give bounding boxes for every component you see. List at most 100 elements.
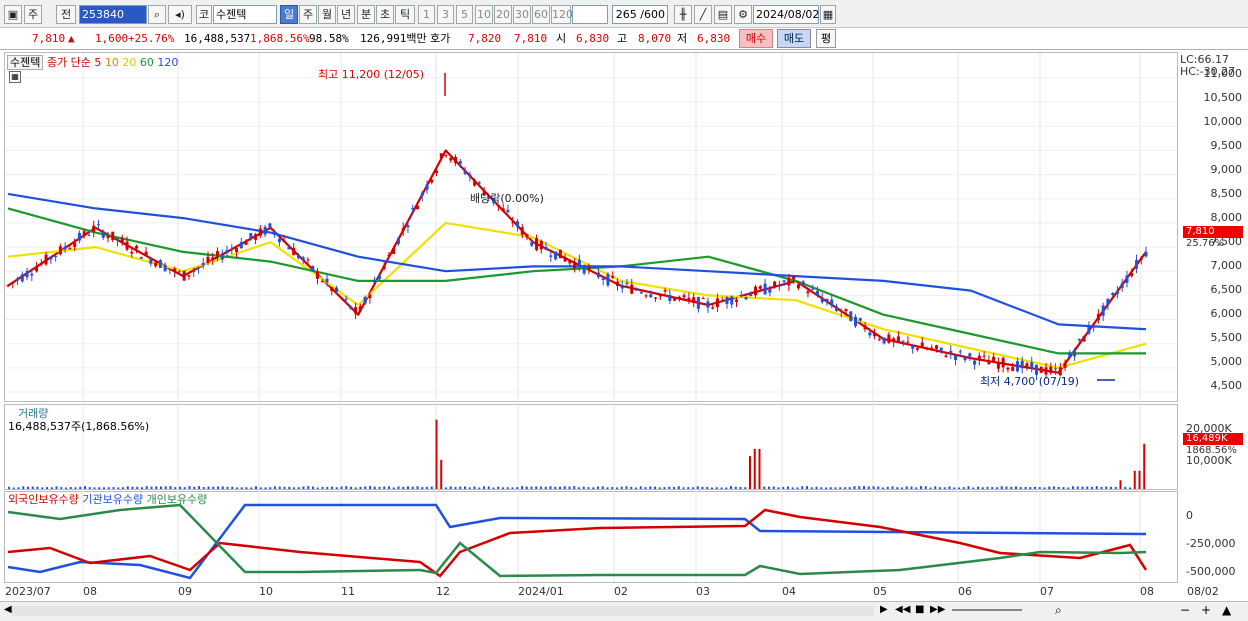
candle-body [649,294,653,298]
volume-bar [673,487,675,489]
volume-bar [630,486,633,489]
rewind-icon[interactable]: ◀◀ [895,604,910,615]
volume-bar [1029,487,1032,489]
volume-bar [516,487,519,489]
volume-bar [283,486,286,489]
x-tick: 11 [341,585,355,598]
candle-body [301,257,305,261]
volume-bar [977,486,979,489]
volume-bar [60,487,63,489]
volume-bar [259,487,262,489]
volume-bar [559,486,561,489]
forward-icon[interactable]: ▶▶ [930,604,945,615]
stop-icon[interactable]: ■ [915,604,924,615]
volume-bar [829,487,832,489]
candle-body [949,350,953,354]
ma-120-label[interactable]: 120 [157,56,178,69]
volume-bar [820,487,823,489]
scroll-right-icon[interactable]: ▶ [880,604,888,615]
candle-body [573,262,577,269]
zoom-in-icon[interactable]: + [1201,603,1211,617]
stock-name-tag[interactable]: 수젠텍 [7,55,44,70]
candle-body [20,274,24,282]
volume-bar [112,487,115,489]
candle-body [882,337,886,344]
volume-bar [882,487,884,489]
volume-bar [677,486,680,489]
candle-body [768,289,772,293]
volume-bar [27,486,29,489]
volume-bar [720,487,723,489]
scroll-left-icon[interactable]: ◀ [4,604,12,615]
volume-bar [848,487,851,489]
volume-bar [240,487,243,489]
x-tick: 03 [696,585,710,598]
volume-bar [483,486,485,489]
candle-body [530,242,534,246]
candle-body [106,235,110,239]
candle-body [363,296,367,304]
candle-body [1020,360,1024,369]
candle-body [1130,273,1134,277]
candle-body [963,357,967,361]
candle-body [920,342,924,348]
foreign-holding-label[interactable]: 외국인보유수량 [8,493,79,506]
scroll-top-icon[interactable]: ▲ [1222,603,1231,617]
x-tick: 07 [1040,585,1054,598]
volume-bar [207,486,210,489]
candle-body [934,345,938,349]
candle-body [411,208,415,210]
institution-holding-label[interactable]: 기관보유수량 [82,493,143,506]
y-tick: 6,500 [1210,283,1243,296]
ma-5-label[interactable]: 5 [94,56,101,69]
volume-bar [188,486,191,489]
candle-body [711,307,715,309]
volume-bar [217,486,219,489]
candle-body [830,299,834,306]
candle-body [606,273,610,286]
candle-body [801,281,805,285]
candle-body [201,262,205,265]
volume-bar [74,487,77,489]
candle-body [1101,305,1105,316]
candle-body [696,297,700,309]
candle-body [1011,367,1015,371]
ma-10-label[interactable]: 10 [105,56,119,69]
volume-bar [411,486,414,489]
volume-bar [530,486,533,489]
candle-body [230,249,234,251]
search-icon[interactable]: ⌕ [1055,603,1062,618]
horizontal-scrollbar[interactable] [12,606,874,616]
table-icon[interactable]: ▦ [9,71,21,83]
volume-bar [682,487,685,489]
volume-bar [996,487,998,489]
volume-bar [791,487,794,489]
candle-body [249,233,253,239]
candle-body [296,254,300,259]
volume-bar [839,487,842,489]
ma-20-label[interactable]: 20 [122,56,136,69]
volume-bar [502,487,504,489]
candle-body [449,157,453,161]
volume-bar [901,487,903,489]
zoom-out-icon[interactable]: − [1180,603,1190,617]
volume-bar [910,486,913,489]
ma-line-60 [7,207,1146,355]
individual-holding-label[interactable]: 개인보유수량 [147,493,208,506]
volume-bar [725,487,728,489]
ma-60-label[interactable]: 60 [140,56,154,69]
candle-body [68,248,72,250]
candle-body [620,285,624,289]
volume-bar [1124,486,1127,489]
volume-bar [492,487,495,489]
volume-bar [350,486,352,489]
candle-body [839,311,843,313]
candle-body [30,273,34,276]
candle-body [854,316,858,327]
last-pct-tag: 25.76% [1186,238,1225,249]
volume-bar [198,486,200,489]
candle-body [420,192,424,197]
zoom-slider[interactable] [952,609,1022,611]
candle-body [782,280,786,282]
candle-body [630,284,634,294]
